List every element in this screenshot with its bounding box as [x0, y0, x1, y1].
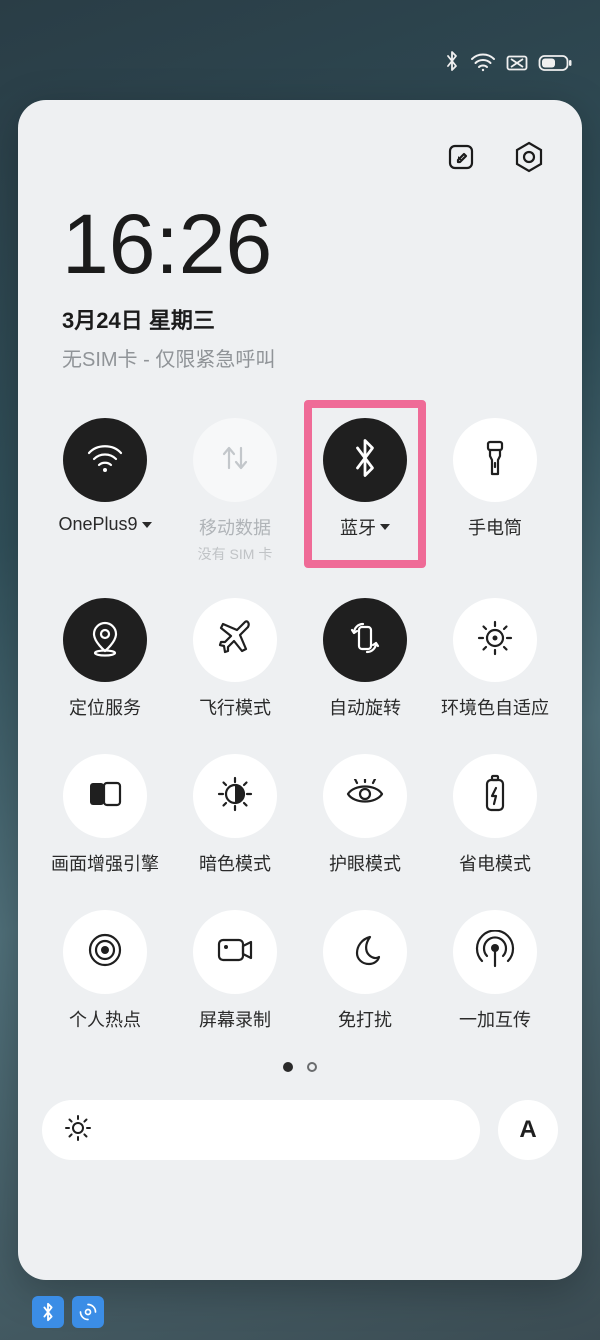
darkmode-icon	[216, 775, 254, 818]
mini-app-share[interactable]	[72, 1296, 104, 1328]
tiles-grid: OnePlus9移动数据没有 SIM 卡蓝牙手电筒定位服务飞行模式自动旋转环境色…	[40, 418, 560, 1032]
location-icon	[88, 619, 122, 662]
adaptivecolor-label: 环境色自适应	[441, 694, 549, 720]
screenrec-label: 屏幕录制	[199, 1006, 271, 1032]
dnd-toggle[interactable]	[323, 910, 407, 994]
brightness-auto-icon	[476, 619, 514, 662]
tile-darkmode[interactable]: 暗色模式	[170, 754, 300, 876]
tile-bluetooth[interactable]: 蓝牙	[300, 418, 430, 564]
airplane-label: 飞行模式	[199, 694, 271, 720]
adaptivecolor-toggle[interactable]	[453, 598, 537, 682]
share-toggle[interactable]	[453, 910, 537, 994]
tile-location[interactable]: 定位服务	[40, 598, 170, 720]
hotspot-label: 个人热点	[69, 1006, 141, 1032]
location-toggle[interactable]	[63, 598, 147, 682]
enhance-toggle[interactable]	[63, 754, 147, 838]
flashlight-icon	[481, 438, 509, 483]
chevron-down-icon	[142, 522, 152, 528]
tile-enhance[interactable]: 画面增强引擎	[40, 754, 170, 876]
battery-label: 省电模式	[459, 850, 531, 876]
eye-icon	[344, 779, 386, 814]
quick-settings-panel: 16:26 3月24日 星期三 无SIM卡 - 仅限紧急呼叫 OnePlus9 移…	[18, 100, 582, 1280]
tile-flashlight[interactable]: 手电筒	[430, 418, 560, 564]
date-line: 3月24日 星期三	[62, 303, 540, 335]
mini-app-bluetooth[interactable]	[32, 1296, 64, 1328]
mobile-data-label: 移动数据	[199, 514, 271, 540]
auto-brightness-button[interactable]: A	[498, 1100, 558, 1160]
darkmode-label: 暗色模式	[199, 850, 271, 876]
tile-share[interactable]: 一加互传	[430, 910, 560, 1032]
tile-eyecare[interactable]: 护眼模式	[300, 754, 430, 876]
no-sim-icon	[506, 54, 528, 72]
flashlight-label: 手电筒	[468, 514, 522, 540]
wifi-icon	[85, 441, 125, 480]
page-indicator	[40, 1062, 560, 1072]
brightness-icon	[64, 1114, 92, 1147]
status-bar	[0, 0, 600, 90]
mobile-data-sublabel: 没有 SIM 卡	[198, 544, 273, 564]
pager-dot-0[interactable]	[283, 1062, 293, 1072]
mini-apps	[32, 1296, 104, 1328]
tile-adaptivecolor[interactable]: 环境色自适应	[430, 598, 560, 720]
tile-autorotate[interactable]: 自动旋转	[300, 598, 430, 720]
share-label: 一加互传	[459, 1006, 531, 1032]
flashlight-toggle[interactable]	[453, 418, 537, 502]
tile-screenrec[interactable]: 屏幕录制	[170, 910, 300, 1032]
clock-block: 16:26 3月24日 星期三 无SIM卡 - 仅限紧急呼叫	[40, 178, 560, 372]
darkmode-toggle[interactable]	[193, 754, 277, 838]
bluetooth-icon	[352, 438, 378, 483]
wifi-toggle[interactable]	[63, 418, 147, 502]
autorotate-toggle[interactable]	[323, 598, 407, 682]
dnd-label: 免打扰	[338, 1006, 392, 1032]
bluetooth-toggle[interactable]	[323, 418, 407, 502]
bluetooth-icon	[444, 50, 460, 72]
hotspot-icon	[85, 930, 125, 975]
rotate-icon	[346, 619, 384, 662]
eyecare-toggle[interactable]	[323, 754, 407, 838]
enhance-icon	[86, 779, 124, 814]
chevron-down-icon	[380, 524, 390, 530]
panel-actions	[40, 130, 560, 178]
mobile-data-toggle	[193, 418, 277, 502]
airplane-toggle[interactable]	[193, 598, 277, 682]
tile-battery[interactable]: 省电模式	[430, 754, 560, 876]
wifi-icon	[470, 52, 496, 72]
bluetooth-label: 蓝牙	[340, 514, 390, 540]
bottom-row: A	[40, 1100, 560, 1160]
autorotate-label: 自动旋转	[329, 694, 401, 720]
brightness-slider[interactable]	[42, 1100, 480, 1160]
clock-time: 16:26	[62, 196, 540, 293]
settings-button[interactable]	[508, 136, 550, 178]
sim-status: 无SIM卡 - 仅限紧急呼叫	[62, 343, 540, 372]
data-icon	[218, 438, 252, 483]
tile-hotspot[interactable]: 个人热点	[40, 910, 170, 1032]
edit-button[interactable]	[440, 136, 482, 178]
location-label: 定位服务	[69, 694, 141, 720]
airplane-icon	[216, 619, 254, 662]
wifi-label: OnePlus9	[58, 514, 151, 535]
battery-icon	[482, 774, 508, 819]
enhance-label: 画面增强引擎	[51, 850, 159, 876]
moon-icon	[348, 933, 382, 972]
record-icon	[215, 934, 255, 971]
pager-dot-1[interactable]	[307, 1062, 317, 1072]
screenrec-toggle[interactable]	[193, 910, 277, 994]
eyecare-label: 护眼模式	[329, 850, 401, 876]
hotspot-toggle[interactable]	[63, 910, 147, 994]
tile-dnd[interactable]: 免打扰	[300, 910, 430, 1032]
tile-airplane[interactable]: 飞行模式	[170, 598, 300, 720]
tile-mobile-data: 移动数据没有 SIM 卡	[170, 418, 300, 564]
battery-icon	[538, 54, 572, 72]
broadcast-icon	[475, 930, 515, 975]
battery-toggle[interactable]	[453, 754, 537, 838]
tile-wifi[interactable]: OnePlus9	[40, 418, 170, 564]
